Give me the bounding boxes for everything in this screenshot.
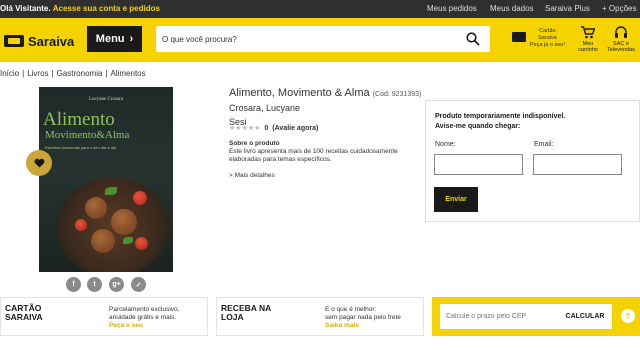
notify-heading-line-2: Avise-me quando chegar: [435,123,521,130]
product-author[interactable]: Crosara, Lucyane [229,103,300,113]
menu-label: Menu [95,33,125,45]
breadcrumb-foods[interactable]: Alimentos [111,69,146,78]
store-banner-desc-2: sem pagar nada pelo frete [325,314,401,321]
product-code: (Cód: 9231393) [372,91,422,98]
about-heading: Sobre o produto [229,140,280,147]
learn-more-link[interactable]: Saiba mais [325,322,401,330]
logo-text: Saraiva [28,33,75,49]
cover-author: Lucyane Crosara [88,97,123,102]
top-bar: Olá Visitante. Acesse sua conta e pedido… [0,0,640,18]
search-input[interactable] [162,26,452,52]
email-label: Email: [534,141,554,148]
cart-icon [581,26,596,39]
help-icon[interactable]: ? [621,309,635,323]
greeting: Olá Visitante. Acesse sua conta e pedido… [0,4,160,13]
twitter-share-icon[interactable]: t [87,277,102,292]
store-pickup-banner[interactable]: RECEBA NA LOJA E o que é melhor: sem pag… [216,297,424,336]
tomato-image [75,219,87,231]
star-rating-icon: ★★★★★ [229,125,261,132]
card-line-1: Cartão [539,28,556,34]
greeting-text: Olá Visitante. [0,4,51,13]
my-data-link[interactable]: Meus dados [490,4,534,13]
breadcrumb: Início | Livros | Gastronomia | Alimentos [0,69,146,78]
shipping-calculator: CALCULAR ? [432,297,640,336]
my-orders-link[interactable]: Meus pedidos [427,4,477,13]
card-promo-text: Cartão Saraiva Peça já o seu! [530,28,565,49]
cart-label: Meu carrinho [578,41,598,53]
cep-input[interactable] [440,304,558,329]
card-banner-title-2: SARAIVA [5,312,43,322]
more-details-link[interactable]: > Mais detalhes [229,172,275,179]
notify-heading-line-1: Produto temporariamente indisponível. [435,113,566,120]
breadcrumb-books[interactable]: Livros [27,69,48,78]
search-icon[interactable] [466,32,480,46]
product-title-text: Alimento, Movimento & Alma [229,87,370,99]
product-title: Alimento, Movimento & Alma (Cód: 9231393… [229,87,421,99]
sac-label: SAC e Televendas [607,41,635,53]
card-cta: Peça já o seu! [530,42,565,48]
chevron-right-icon: › [129,33,134,45]
menu-button[interactable]: Menu › [87,26,142,52]
heart-icon [34,158,44,168]
store-banner-title-2: LOJA [221,312,244,322]
store-banner-desc: E o que é melhor: sem pagar nada pelo fr… [325,306,401,330]
about-text: Este livro apresenta mais de 100 receita… [229,148,398,163]
cover-title-line-2: Movimento&Alma [45,129,130,141]
order-card-link[interactable]: Peça o seu [109,322,179,330]
rating-count: 0 [264,124,269,132]
notify-me-box: Produto temporariamente indisponível. Av… [425,100,640,222]
notify-heading: Produto temporariamente indisponível. Av… [435,112,565,132]
name-label: Nome: [435,141,456,148]
saraiva-card-promo[interactable]: Cartão Saraiva Peça já o seu! [512,28,568,56]
saraiva-plus-link[interactable]: Saraiva Plus [545,4,590,13]
card-banner-desc: Parcelamento exclusivo, anuidade grátis … [109,306,179,330]
credit-card-icon [512,32,526,42]
send-button[interactable]: Enviar [434,187,478,212]
herb-leaf-image [105,187,117,195]
rating: ★★★★★ 0 (Avalie agora) [229,124,318,133]
store-banner-desc-1: E o que é melhor: [325,306,377,313]
meatball-image [85,197,107,219]
card-banner-title: CARTÃO SARAIVA [5,304,43,322]
search-bar [156,26,490,52]
check-icon[interactable]: ✓ [131,277,146,292]
facebook-share-icon[interactable]: f [66,277,81,292]
saraiva-logo[interactable]: Saraiva [4,33,74,49]
logo-icon [4,35,24,47]
breadcrumb-home[interactable]: Início [0,69,19,78]
tomato-image [135,237,148,250]
more-options-link[interactable]: + Opções [602,4,636,13]
card-banner-desc-1: Parcelamento exclusivo, [109,306,180,313]
calculate-button[interactable]: CALCULAR [558,304,612,329]
account-link[interactable]: Acesse sua conta e pedidos [53,4,160,13]
header: Saraiva Menu › Cartão Saraiva Peça já o … [0,18,640,62]
book-cover[interactable]: Lucyane Crosara Alimento Movimento&Alma … [39,87,173,272]
card-line-2: Saraiva [538,35,557,41]
breadcrumb-gastronomy[interactable]: Gastronomia [57,69,103,78]
cover-title-line-1: Alimento [43,109,115,130]
sac-button[interactable]: SAC e Televendas [606,26,636,53]
meatball-image [111,209,137,235]
headset-icon [615,26,627,38]
favorite-button[interactable] [26,150,52,176]
meatball-image [91,229,115,253]
store-banner-title: RECEBA NA LOJA [221,304,271,322]
email-field[interactable] [533,154,622,175]
bottom-promos: CARTÃO SARAIVA Parcelamento exclusivo, a… [0,297,640,350]
herb-leaf-image [123,237,133,244]
saraiva-card-banner[interactable]: CARTÃO SARAIVA Parcelamento exclusivo, a… [0,297,208,336]
tomato-image [133,191,147,205]
cover-subtitle: Receitas funcionais para o seu dia a dia [45,145,116,150]
name-field[interactable] [434,154,523,175]
card-banner-desc-2: anuidade grátis e mais. [109,314,177,321]
google-plus-share-icon[interactable]: g+ [109,277,124,292]
rate-now-link[interactable]: (Avalie agora) [272,125,318,132]
cart-button[interactable]: Meu carrinho [573,26,603,53]
